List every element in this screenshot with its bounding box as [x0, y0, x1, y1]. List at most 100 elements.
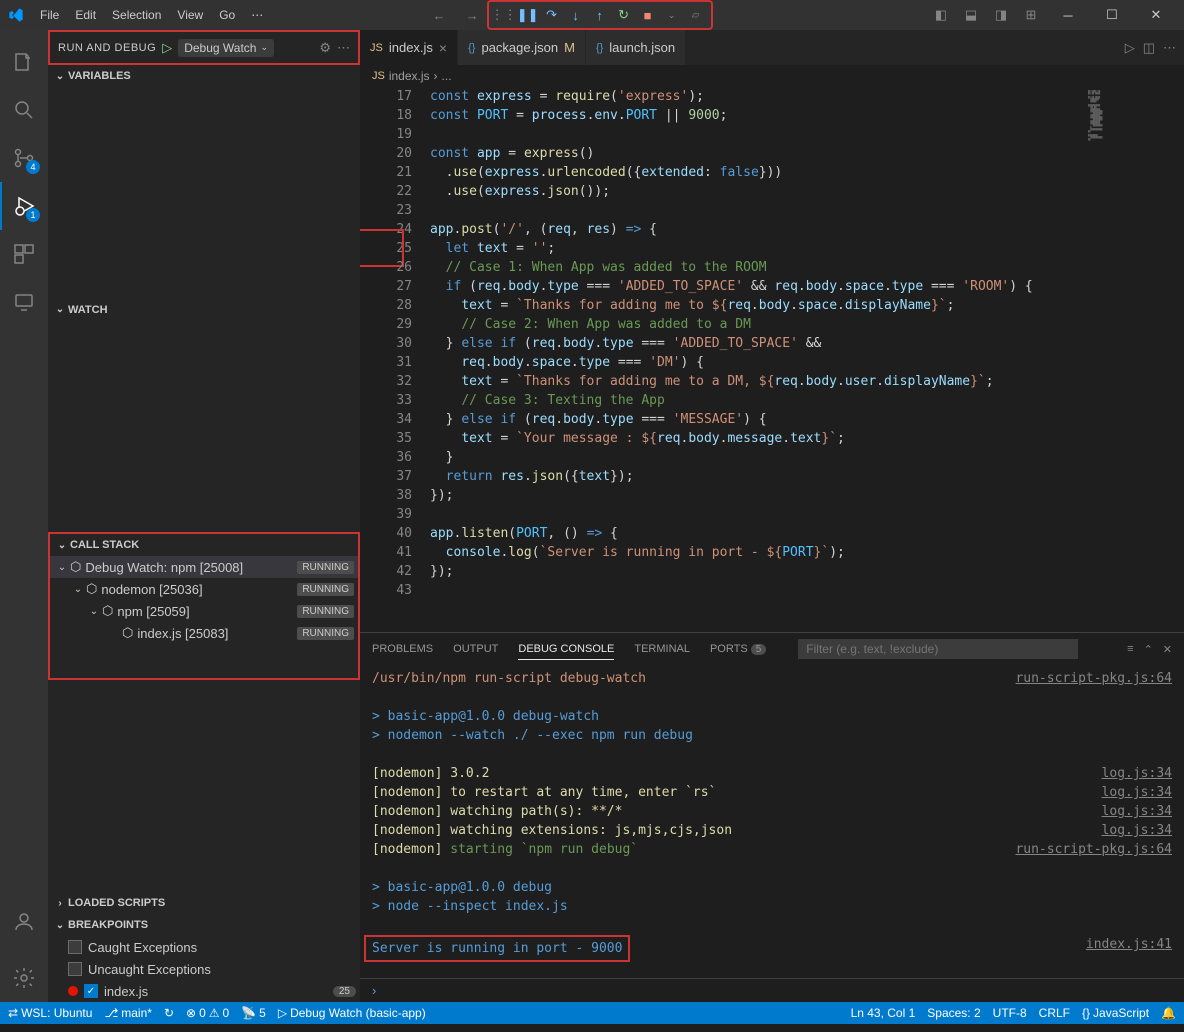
- activity-extensions[interactable]: [0, 230, 48, 278]
- window-close-icon[interactable]: ✕: [1136, 0, 1176, 30]
- window-maximize-icon[interactable]: ☐: [1092, 0, 1132, 30]
- editor-area: JSindex.js×{}package.jsonM{}launch.json …: [360, 30, 1184, 1002]
- tab-debug-console[interactable]: DEBUG CONSOLE: [518, 639, 614, 660]
- menu-overflow[interactable]: ⋯: [243, 8, 271, 22]
- menu-selection[interactable]: Selection: [104, 8, 169, 22]
- menu-view[interactable]: View: [169, 8, 211, 22]
- editor-body[interactable]: 1718192021222324252627282930313233343536…: [360, 87, 1184, 632]
- console-line: [nodemon] watching path(s): **/*log.js:3…: [372, 802, 1172, 821]
- debug-step-into-icon[interactable]: ↓: [565, 4, 587, 26]
- status-ports[interactable]: 📡5: [241, 1006, 266, 1020]
- debug-dropdown-icon[interactable]: ⌄: [661, 4, 683, 26]
- close-icon[interactable]: ×: [439, 40, 447, 56]
- nav-forward-icon[interactable]: →: [460, 8, 485, 23]
- checkbox-icon[interactable]: ✓: [84, 984, 98, 998]
- activity-explorer[interactable]: [0, 38, 48, 86]
- layout-primary-icon[interactable]: ◧: [928, 0, 954, 30]
- debug-step-out-icon[interactable]: ↑: [589, 4, 611, 26]
- checkbox-icon[interactable]: [68, 962, 82, 976]
- tab-launch-json[interactable]: {}launch.json: [586, 30, 686, 65]
- activity-debug[interactable]: 1: [0, 182, 48, 230]
- console-input[interactable]: ›: [360, 978, 1184, 1002]
- run-icon[interactable]: ▷: [1125, 40, 1135, 56]
- breakpoint-dot-icon: [68, 986, 78, 996]
- debug-restart-icon[interactable]: ↻: [613, 4, 635, 26]
- tab-output[interactable]: OUTPUT: [453, 639, 498, 659]
- status-encoding[interactable]: UTF-8: [993, 1006, 1027, 1020]
- panel-close-icon[interactable]: ✕: [1163, 643, 1172, 656]
- status-spaces[interactable]: Spaces: 2: [927, 1006, 980, 1020]
- activity-search[interactable]: [0, 86, 48, 134]
- console-source-link[interactable]: log.js:34: [1102, 764, 1172, 783]
- breakpoint-file[interactable]: ✓index.js25: [48, 980, 360, 1002]
- console-source-link[interactable]: log.js:34: [1102, 802, 1172, 821]
- callstack-row[interactable]: ⌄⬡nodemon [25036]RUNNING: [50, 578, 358, 600]
- callstack-row[interactable]: ⬡index.js [25083]RUNNING: [50, 622, 358, 644]
- json-file-icon: {}: [468, 42, 475, 54]
- status-lang[interactable]: {} JavaScript: [1082, 1006, 1149, 1020]
- chevron-down-icon: ⌄: [260, 42, 268, 53]
- tab-index-js[interactable]: JSindex.js×: [360, 30, 458, 65]
- activity-account[interactable]: [0, 898, 48, 946]
- callstack-row[interactable]: ⌄⬡Debug Watch: npm [25008]RUNNING: [50, 556, 358, 578]
- menu-go[interactable]: Go: [211, 8, 243, 22]
- variables-section[interactable]: ⌄VARIABLES: [48, 65, 360, 87]
- breakpoints-section[interactable]: ⌄BREAKPOINTS: [48, 914, 360, 936]
- status-lncol[interactable]: Ln 43, Col 1: [851, 1006, 916, 1020]
- bug-icon: ⬡: [70, 559, 81, 575]
- tab-ports[interactable]: PORTS 5: [710, 639, 766, 659]
- layout-customize-icon[interactable]: ⊞: [1018, 0, 1044, 30]
- debug-step-over-icon[interactable]: ↷: [541, 4, 563, 26]
- minimap[interactable]: ██ ████ ████ ██ ██████ ██ ████ ███████ █…: [1084, 87, 1184, 632]
- activity-scm[interactable]: 4: [0, 134, 48, 182]
- split-editor-icon[interactable]: ◫: [1143, 40, 1155, 56]
- start-debug-icon[interactable]: ▷: [162, 40, 172, 56]
- breakpoint-caught[interactable]: Caught Exceptions: [48, 936, 360, 958]
- tab-problems[interactable]: PROBLEMS: [372, 639, 433, 659]
- panel-settings-icon[interactable]: ≡: [1127, 643, 1133, 656]
- debug-drag-icon[interactable]: ⋮⋮: [493, 4, 515, 26]
- status-sync[interactable]: ↻: [164, 1006, 174, 1020]
- breakpoint-uncaught[interactable]: Uncaught Exceptions: [48, 958, 360, 980]
- breadcrumb[interactable]: JS index.js › ...: [360, 65, 1184, 87]
- debug-console-icon[interactable]: ▱: [685, 4, 707, 26]
- code-content[interactable]: const express = require('express');const…: [430, 87, 1084, 632]
- watch-section[interactable]: ⌄WATCH: [48, 299, 360, 321]
- console-source-link[interactable]: run-script-pkg.js:64: [1015, 669, 1172, 688]
- layout-secondary-icon[interactable]: ◨: [988, 0, 1014, 30]
- console-source-link[interactable]: run-script-pkg.js:64: [1015, 840, 1172, 859]
- checkbox-icon[interactable]: [68, 940, 82, 954]
- status-remote[interactable]: ⇄WSL: Ubuntu: [8, 1006, 92, 1020]
- console-source-link[interactable]: log.js:34: [1102, 821, 1172, 840]
- nav-back-icon[interactable]: ←: [427, 8, 452, 23]
- status-errors[interactable]: ⊗0 ⚠0: [186, 1006, 229, 1020]
- status-branch[interactable]: ⎇main*: [104, 1006, 152, 1020]
- layout-panel-icon[interactable]: ⬓: [958, 0, 984, 30]
- debug-config-dropdown[interactable]: Debug Watch ⌄: [178, 39, 274, 57]
- menu-edit[interactable]: Edit: [67, 8, 104, 22]
- debug-console-output[interactable]: /usr/bin/npm run-script debug-watchrun-s…: [360, 665, 1184, 978]
- console-line: /usr/bin/npm run-script debug-watchrun-s…: [372, 669, 1172, 688]
- more-actions-icon[interactable]: ⋯: [1163, 40, 1176, 56]
- status-debug[interactable]: ▷Debug Watch (basic-app): [278, 1006, 426, 1020]
- activity-remote[interactable]: [0, 278, 48, 326]
- debug-pause-icon[interactable]: ❚❚: [517, 4, 539, 26]
- debug-stop-icon[interactable]: ■: [637, 4, 659, 26]
- console-filter-input[interactable]: [798, 639, 1078, 659]
- line-gutter[interactable]: 1718192021222324252627282930313233343536…: [370, 87, 430, 632]
- console-source-link[interactable]: log.js:34: [1102, 783, 1172, 802]
- tab-terminal[interactable]: TERMINAL: [634, 639, 690, 659]
- menu-file[interactable]: File: [32, 8, 67, 22]
- console-source-link[interactable]: index.js:41: [1086, 935, 1172, 962]
- loaded-scripts-section[interactable]: ›LOADED SCRIPTS: [48, 892, 360, 914]
- callstack-row[interactable]: ⌄⬡npm [25059]RUNNING: [50, 600, 358, 622]
- status-notifications-icon[interactable]: 🔔: [1161, 1006, 1176, 1020]
- panel-maximize-icon[interactable]: ⌃: [1144, 643, 1153, 656]
- window-minimize-icon[interactable]: ─: [1048, 0, 1088, 30]
- activity-settings[interactable]: [0, 954, 48, 1002]
- more-icon[interactable]: ⋯: [337, 40, 350, 56]
- callstack-section[interactable]: ⌄CALL STACK: [50, 534, 358, 556]
- tab-package-json[interactable]: {}package.jsonM: [458, 30, 586, 65]
- gear-icon[interactable]: ⚙: [319, 40, 331, 56]
- status-eol[interactable]: CRLF: [1039, 1006, 1070, 1020]
